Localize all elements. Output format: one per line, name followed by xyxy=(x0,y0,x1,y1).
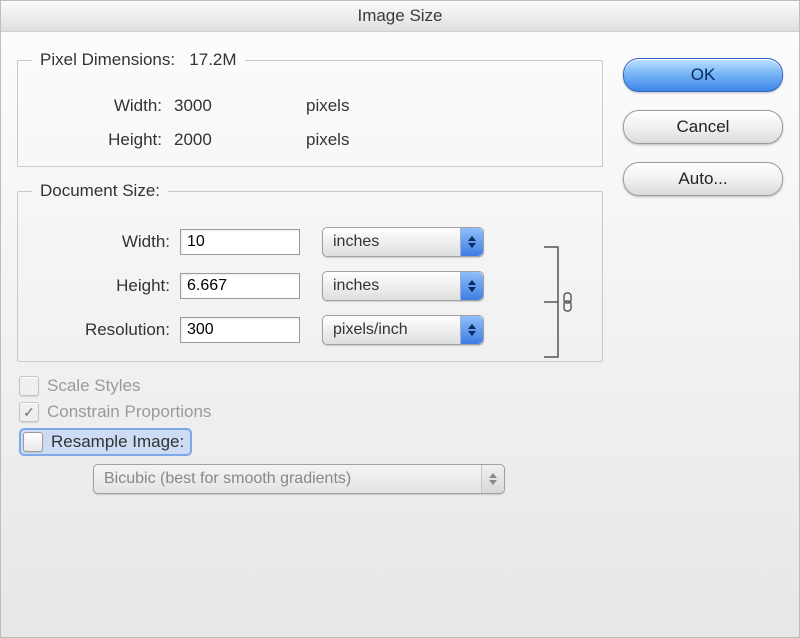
resample-image-label: Resample Image: xyxy=(51,432,184,452)
dialog-content: Pixel Dimensions: 17.2M Width: 3000 pixe… xyxy=(1,32,799,638)
pixel-dimensions-memory: 17.2M xyxy=(189,50,236,69)
doc-height-unit-value: inches xyxy=(333,277,379,295)
doc-height-unit-select[interactable]: inches xyxy=(322,271,484,301)
check-icon: ✓ xyxy=(23,405,35,419)
doc-width-unit-select[interactable]: inches xyxy=(322,227,484,257)
resample-focus-ring: Resample Image: xyxy=(19,428,192,456)
document-size-legend: Document Size: xyxy=(32,181,168,201)
doc-height-input[interactable] xyxy=(180,273,300,299)
document-size-group: Document Size: Width: inches Height: xyxy=(17,181,603,362)
doc-width-unit-value: inches xyxy=(333,233,379,251)
pixel-height-unit: pixels xyxy=(306,130,349,150)
pixel-height-value: 2000 xyxy=(174,130,264,150)
scale-styles-label: Scale Styles xyxy=(47,376,141,396)
doc-resolution-label: Resolution: xyxy=(50,320,170,340)
doc-width-input[interactable] xyxy=(180,229,300,255)
stepper-icon xyxy=(460,272,483,300)
resample-image-checkbox[interactable] xyxy=(23,432,43,452)
pixel-dimensions-legend: Pixel Dimensions: 17.2M xyxy=(32,50,245,70)
constrain-link-icon xyxy=(544,237,578,327)
doc-resolution-row: Resolution: pixels/inch xyxy=(50,315,536,345)
image-size-dialog: Image Size Pixel Dimensions: 17.2M Width… xyxy=(0,0,800,638)
doc-resolution-unit-value: pixels/inch xyxy=(333,321,408,339)
pixel-dimensions-label: Pixel Dimensions: xyxy=(40,50,175,69)
doc-width-row: Width: inches xyxy=(50,227,536,257)
chain-icon xyxy=(564,293,571,311)
scale-styles-row: Scale Styles xyxy=(19,376,603,396)
doc-resolution-input[interactable] xyxy=(180,317,300,343)
auto-button[interactable]: Auto... xyxy=(623,162,783,196)
resample-method-value: Bicubic (best for smooth gradients) xyxy=(104,470,351,488)
cancel-button[interactable]: Cancel xyxy=(623,110,783,144)
doc-width-label: Width: xyxy=(50,232,170,252)
resample-method-select: Bicubic (best for smooth gradients) xyxy=(93,464,505,494)
constrain-proportions-checkbox: ✓ xyxy=(19,402,39,422)
ok-button[interactable]: OK xyxy=(623,58,783,92)
constrain-proportions-label: Constrain Proportions xyxy=(47,402,211,422)
pixel-width-label: Width: xyxy=(72,96,162,116)
scale-styles-checkbox xyxy=(19,376,39,396)
pixel-width-value: 3000 xyxy=(174,96,264,116)
stepper-icon xyxy=(460,316,483,344)
pixel-width-row: Width: 3000 pixels xyxy=(72,96,588,116)
pixel-height-row: Height: 2000 pixels xyxy=(72,130,588,150)
pixel-height-label: Height: xyxy=(72,130,162,150)
stepper-icon xyxy=(481,465,504,493)
dialog-buttons: OK Cancel Auto... xyxy=(623,44,783,494)
resample-image-row: Resample Image: xyxy=(19,428,603,456)
doc-height-row: Height: inches xyxy=(50,271,536,301)
pixel-dimensions-group: Pixel Dimensions: 17.2M Width: 3000 pixe… xyxy=(17,50,603,167)
doc-resolution-unit-select[interactable]: pixels/inch xyxy=(322,315,484,345)
window-title: Image Size xyxy=(1,1,799,32)
constrain-proportions-row: ✓ Constrain Proportions xyxy=(19,402,603,422)
stepper-icon xyxy=(460,228,483,256)
doc-height-label: Height: xyxy=(50,276,170,296)
pixel-width-unit: pixels xyxy=(306,96,349,116)
